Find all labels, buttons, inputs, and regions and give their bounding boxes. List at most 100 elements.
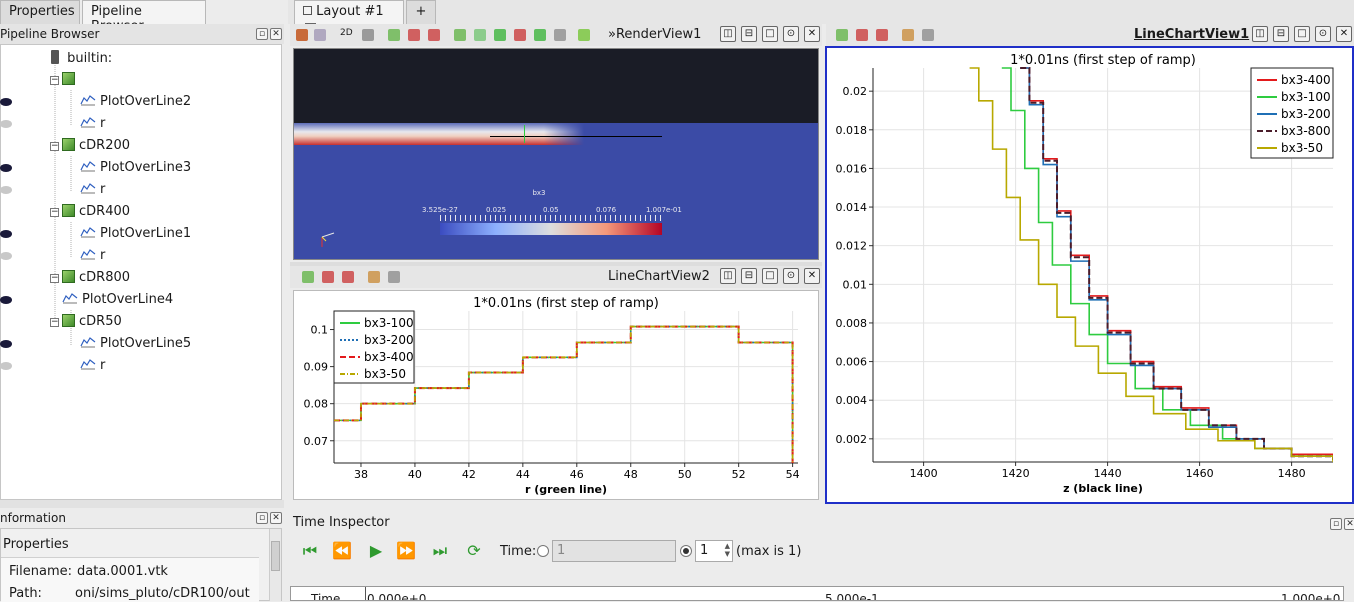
next-frame-icon[interactable]: ⏩: [396, 541, 416, 561]
linechart2-canvas[interactable]: 38 40 42 44 46 48 50 52 54 0.07 0.08 0.09 0.1 1*0.01n…: [293, 290, 819, 500]
pipeline-item[interactable]: PlotOverLine3: [80, 158, 191, 178]
timestep-radio[interactable]: [680, 545, 692, 557]
zoom-icon[interactable]: [314, 29, 326, 41]
restore-icon[interactable]: ⊙: [1315, 26, 1331, 42]
time-radio[interactable]: [537, 545, 549, 557]
hover-points-icon[interactable]: [554, 29, 566, 41]
timestep-spinbox[interactable]: 1 ▲ ▼: [695, 540, 733, 562]
camera-icon[interactable]: [388, 271, 400, 283]
pipeline-item[interactable]: PlotOverLine2: [80, 92, 191, 112]
maximize-icon[interactable]: □: [762, 268, 778, 284]
pipeline-item[interactable]: cDR50: [62, 312, 122, 332]
collapse-icon[interactable]: −: [50, 76, 59, 85]
close-view-icon[interactable]: ✕: [1336, 26, 1352, 42]
time-input[interactable]: 1: [552, 540, 676, 562]
tree-root[interactable]: builtin:: [51, 49, 112, 69]
information-table: Filename: data.0001.vtk Path: oni/sims_p…: [1, 557, 259, 602]
reset-camera-icon[interactable]: [296, 29, 308, 41]
close-view-icon[interactable]: ✕: [804, 26, 820, 42]
restore-icon[interactable]: ⊙: [783, 268, 799, 284]
render-view-canvas[interactable]: bx3 3.525e-27 0.025 0.05 0.076 1.007e-01: [293, 48, 819, 260]
select-frustum-icon[interactable]: [428, 29, 440, 41]
splitter[interactable]: [0, 500, 284, 508]
split-vertical-icon[interactable]: ⊟: [741, 26, 757, 42]
hidden-eye-icon[interactable]: [0, 186, 12, 194]
close-icon[interactable]: ✕: [270, 512, 282, 524]
tab-pipeline-browser[interactable]: Pipeline Browser: [82, 0, 206, 34]
play-icon[interactable]: ▶: [366, 541, 386, 561]
collapse-icon[interactable]: −: [50, 142, 59, 151]
linechart1-canvas[interactable]: 1400 1420 1440 1460 1480 0.002 0.004 0.006 0.008…: [825, 46, 1354, 504]
info-scrollbar[interactable]: [269, 529, 281, 601]
pipeline-item[interactable]: r: [80, 114, 105, 134]
collapse-icon[interactable]: −: [50, 208, 59, 217]
split-vertical-icon[interactable]: ⊟: [741, 268, 757, 284]
visibility-eye-icon[interactable]: [0, 164, 12, 172]
split-horizontal-icon[interactable]: ◫: [1252, 26, 1268, 42]
maximize-icon[interactable]: □: [762, 26, 778, 42]
pipeline-item[interactable]: r: [80, 356, 105, 376]
pipeline-item[interactable]: PlotOverLine5: [80, 334, 191, 354]
grow-selection-icon[interactable]: [494, 29, 506, 41]
pipeline-item[interactable]: PlotOverLine1: [80, 224, 191, 244]
select-block-icon[interactable]: [454, 29, 466, 41]
previous-frame-icon[interactable]: ⏪: [332, 541, 352, 561]
hidden-eye-icon[interactable]: [0, 252, 12, 260]
select-polygon-icon[interactable]: [322, 271, 334, 283]
spin-arrows-icon[interactable]: ▲ ▼: [725, 542, 730, 558]
visibility-eye-icon[interactable]: [0, 296, 12, 304]
add-layout-button[interactable]: +: [406, 0, 436, 24]
last-frame-icon[interactable]: ⏭: [430, 541, 450, 561]
float-icon[interactable]: ▫: [256, 28, 268, 40]
shrink-selection-icon[interactable]: [514, 29, 526, 41]
select-points-icon[interactable]: [408, 29, 420, 41]
maximize-icon[interactable]: □: [1294, 26, 1310, 42]
select-points-icon[interactable]: [302, 271, 314, 283]
pipeline-item[interactable]: PlotOverLine4: [62, 290, 173, 310]
close-icon[interactable]: ✕: [1344, 518, 1354, 530]
float-icon[interactable]: ▫: [1330, 518, 1342, 530]
float-icon[interactable]: ▫: [256, 512, 268, 524]
clear-selection-icon[interactable]: [534, 29, 546, 41]
hidden-eye-icon[interactable]: [0, 362, 12, 370]
hidden-eye-icon[interactable]: [0, 120, 12, 128]
visibility-eye-icon[interactable]: [0, 98, 12, 106]
select-points-icon[interactable]: [836, 29, 848, 41]
close-view-icon[interactable]: ✕: [804, 268, 820, 284]
split-horizontal-icon[interactable]: ◫: [720, 26, 736, 42]
clear-selection-icon[interactable]: [342, 271, 354, 283]
split-vertical-icon[interactable]: ⊟: [1273, 26, 1289, 42]
time-track[interactable]: Time 0.000e+0 5.000e-1 1.000e+0: [290, 586, 1344, 601]
tab-properties[interactable]: Properties: [0, 0, 80, 24]
pipeline-item[interactable]: r: [80, 246, 105, 266]
line-plot-icon: [80, 181, 96, 194]
restore-icon[interactable]: ⊙: [783, 26, 799, 42]
chart-options-icon[interactable]: [368, 271, 380, 283]
chart-options-icon[interactable]: [902, 29, 914, 41]
visibility-eye-icon[interactable]: [0, 230, 12, 238]
pipeline-item[interactable]: cDR800: [62, 268, 130, 288]
close-icon[interactable]: ✕: [270, 28, 282, 40]
line-plot-icon: [80, 335, 96, 348]
linechart2-title: LineChartView2: [608, 269, 710, 284]
toggle-2d-button[interactable]: 2D: [340, 28, 353, 38]
ruler-icon[interactable]: [578, 29, 590, 41]
visibility-eye-icon[interactable]: [0, 340, 12, 348]
collapse-icon[interactable]: −: [50, 274, 59, 283]
camera-icon[interactable]: [362, 29, 374, 41]
collapse-icon[interactable]: −: [50, 318, 59, 327]
pipeline-item[interactable]: cDR100: [62, 70, 130, 90]
pipeline-item[interactable]: cDR200: [62, 136, 130, 156]
linechart2-toolbar: LineChartView2 ◫ ⊟ □ ⊙ ✕: [290, 266, 822, 288]
pipeline-item[interactable]: cDR400: [62, 202, 130, 222]
interactive-select-icon[interactable]: [474, 29, 486, 41]
pipeline-item[interactable]: r: [80, 180, 105, 200]
loop-icon[interactable]: ⟳: [464, 541, 484, 561]
select-polygon-icon[interactable]: [856, 29, 868, 41]
first-frame-icon[interactable]: ⏮: [300, 541, 320, 561]
select-cells-icon[interactable]: [388, 29, 400, 41]
camera-icon[interactable]: [922, 29, 934, 41]
clear-selection-icon[interactable]: [876, 29, 888, 41]
tab-layout-1[interactable]: Layout #1 ✕: [294, 0, 404, 34]
split-horizontal-icon[interactable]: ◫: [720, 268, 736, 284]
